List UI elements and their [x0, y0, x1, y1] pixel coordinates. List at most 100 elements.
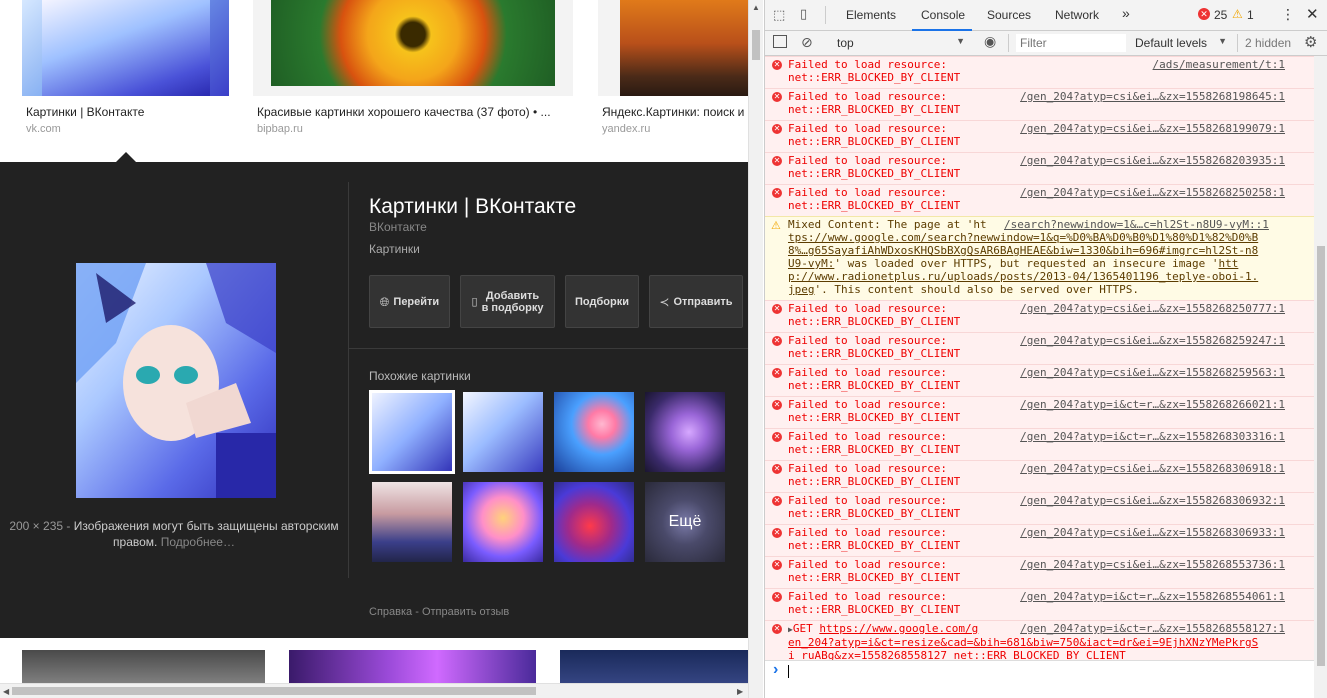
- context-selector[interactable]: top ▼: [831, 33, 969, 52]
- scrollbar-thumb[interactable]: [752, 30, 760, 60]
- source-link[interactable]: /gen_204?atyp=csi&ei…&zx=1558268553736:1: [1020, 558, 1285, 571]
- source-link[interactable]: /gen_204?atyp=i&ct=r…&zx=1558268266021:1: [1020, 398, 1285, 411]
- result-thumbnail[interactable]: [253, 0, 573, 96]
- source-link[interactable]: /gen_204?atyp=csi&ei…&zx=1558268198645:1: [1020, 90, 1285, 103]
- more-options-icon[interactable]: ⋮: [1281, 6, 1295, 23]
- message-text: Failed to load resource: net::ERR_BLOCKE…: [788, 558, 961, 584]
- sidebar-toggle-icon[interactable]: [773, 35, 787, 48]
- source-link[interactable]: /gen_204?atyp=csi&ei…&zx=1558268306933:1: [1020, 526, 1285, 539]
- source-link[interactable]: /gen_204?atyp=i&ct=r…&zx=1558268303316:1: [1020, 430, 1285, 443]
- log-levels-dropdown[interactable]: Default levels ▼: [1134, 33, 1229, 52]
- clear-console-icon[interactable]: ⊘: [801, 34, 813, 51]
- console-filter-input[interactable]: [1016, 34, 1126, 52]
- inspect-element-icon[interactable]: ⬚: [773, 7, 785, 23]
- source-link[interactable]: /gen_204?atyp=i&ct=r…&zx=1558268554061:1: [1020, 590, 1285, 603]
- message-text: Failed to load resource: net::ERR_BLOCKE…: [788, 334, 961, 360]
- scrollbar-thumb[interactable]: [12, 687, 536, 695]
- panel-divider: [349, 348, 748, 349]
- console-scrollbar[interactable]: [1314, 56, 1327, 698]
- detail-title[interactable]: Картинки | ВКонтакте: [369, 195, 576, 219]
- device-toolbar-icon[interactable]: ▯: [800, 6, 807, 22]
- warning-icon: ⚠: [771, 219, 781, 232]
- scroll-right-icon[interactable]: ▶: [737, 687, 743, 696]
- console-messages: ✕Failed to load resource: net::ERR_BLOCK…: [765, 56, 1314, 698]
- error-icon: ✕: [772, 60, 782, 70]
- url-link[interactable]: U9-vyM:: [788, 257, 834, 270]
- source-link[interactable]: /ads/measurement/t:1: [1153, 58, 1285, 71]
- source-link[interactable]: /gen_204?atyp=csi&ei…&zx=1558268199079:1: [1020, 122, 1285, 135]
- collections-label: Подборки: [575, 295, 629, 308]
- result-title[interactable]: Красивые картинки хорошего качества (37 …: [257, 105, 577, 119]
- error-count[interactable]: 25: [1214, 8, 1227, 22]
- error-icon: ✕: [772, 124, 782, 134]
- tab-console[interactable]: Console: [921, 8, 965, 22]
- source-link[interactable]: /gen_204?atyp=i&ct=r…&zx=1558268558127:1: [1020, 622, 1285, 635]
- url-link[interactable]: 8%…g65SayafiAhWDxosKHQSbBXgQsAR6BAgHEAE&…: [788, 244, 1258, 257]
- console-error-message: ✕ Failed to load resource: net::ERR_BLOCK…: [765, 152, 1314, 184]
- feedback-link[interactable]: Отправить отзыв: [422, 606, 509, 618]
- similar-image[interactable]: [554, 482, 634, 562]
- share-button[interactable]: ≺ Отправить: [649, 275, 743, 328]
- console-error-message: ✕ Failed to load resource: net::ERR_BLOCK…: [765, 460, 1314, 492]
- scroll-left-icon[interactable]: ◀: [3, 687, 9, 696]
- more-info-link[interactable]: Подробнее…: [161, 535, 235, 549]
- result-thumbnail[interactable]: [598, 0, 748, 96]
- source-link[interactable]: /gen_204?atyp=csi&ei…&zx=1558268306918:1: [1020, 462, 1285, 475]
- more-tabs-icon[interactable]: »: [1122, 5, 1130, 21]
- message-text: Failed to load resource: net::ERR_BLOCKE…: [788, 430, 961, 456]
- devtools-tab-bar: ⬚ ▯ Elements Console Sources Network » ✕…: [765, 0, 1327, 31]
- eye-icon[interactable]: ◉: [984, 33, 996, 50]
- collections-button[interactable]: Подборки: [565, 275, 639, 328]
- visit-button[interactable]: 🌐︎ Перейти: [369, 275, 450, 328]
- similar-image[interactable]: [463, 392, 543, 472]
- result-site: yandex.ru: [602, 123, 651, 135]
- help-link[interactable]: Справка: [369, 606, 412, 618]
- main-preview-image[interactable]: [76, 263, 276, 498]
- close-icon[interactable]: ✕: [1306, 5, 1319, 23]
- add-to-collection-button[interactable]: ▯ Добавить в подборку: [460, 275, 555, 328]
- error-icon: ✕: [772, 400, 782, 410]
- url-link[interactable]: tps://www.google.com/search?newwindow=1&…: [788, 231, 1258, 244]
- panel-footer: Справка - Отправить отзыв: [369, 606, 510, 618]
- tab-elements[interactable]: Elements: [846, 8, 896, 22]
- url-link[interactable]: /search?newwindow=1&…c=hl2St-n8U9-vyM::1: [1004, 218, 1304, 231]
- url-link[interactable]: https://www.google.com/g: [819, 622, 978, 635]
- horizontal-scrollbar[interactable]: ◀ ▶: [0, 683, 748, 698]
- source-link[interactable]: /gen_204?atyp=csi&ei…&zx=1558268203935:1: [1020, 154, 1285, 167]
- result-title[interactable]: Картинки | ВКонтакте: [26, 105, 236, 119]
- console-error-message: ✕ Failed to load resource: net::ERR_BLOCK…: [765, 332, 1314, 364]
- error-icon: ✕: [772, 560, 782, 570]
- more-label: Ещё: [668, 513, 702, 530]
- similar-image[interactable]: [369, 390, 455, 474]
- url-link[interactable]: p://www.radionetplus.ru/uploads/posts/20…: [788, 270, 1258, 283]
- result-thumbnail[interactable]: [22, 0, 229, 96]
- similar-image[interactable]: [372, 482, 452, 562]
- scrollbar-thumb[interactable]: [1317, 246, 1325, 666]
- console-prompt[interactable]: ›: [765, 660, 1314, 698]
- scroll-up-icon[interactable]: ▲: [752, 3, 760, 12]
- error-icon: ✕: [772, 528, 782, 538]
- url-link[interactable]: jpeg: [788, 283, 815, 296]
- image-detail-panel: 200 × 235 - Изображения могут быть защищ…: [0, 162, 748, 638]
- visit-button-label: Перейти: [393, 295, 440, 308]
- result-title[interactable]: Яндекс.Картинки: поиск и: [602, 105, 748, 119]
- result-site: vk.com: [26, 123, 61, 135]
- source-link[interactable]: /gen_204?atyp=csi&ei…&zx=1558268259563:1: [1020, 366, 1285, 379]
- vertical-scrollbar[interactable]: ▲: [748, 0, 763, 698]
- tab-sources[interactable]: Sources: [987, 8, 1031, 22]
- image-info: 200 × 235 - Изображения могут быть защищ…: [9, 519, 339, 549]
- settings-gear-icon[interactable]: ⚙: [1304, 33, 1317, 51]
- url-link[interactable]: en_204?atyp=i&ct=resize&cad=&bih=681&biw…: [788, 636, 1258, 649]
- source-link[interactable]: /gen_204?atyp=csi&ei…&zx=1558268259247:1: [1020, 334, 1285, 347]
- more-similar-button[interactable]: Ещё: [645, 482, 725, 562]
- similar-image[interactable]: [645, 392, 725, 472]
- url-link[interactable]: htt: [1218, 257, 1238, 270]
- similar-image[interactable]: [554, 392, 634, 472]
- source-link[interactable]: /gen_204?atyp=csi&ei…&zx=1558268306932:1: [1020, 494, 1285, 507]
- source-link[interactable]: /gen_204?atyp=csi&ei…&zx=1558268250258:1: [1020, 186, 1285, 199]
- similar-image[interactable]: [463, 482, 543, 562]
- warning-count[interactable]: 1: [1247, 8, 1254, 22]
- tab-network[interactable]: Network: [1055, 8, 1099, 22]
- warning-text: Mixed Content: The page at 'ht: [788, 218, 987, 231]
- source-link[interactable]: /gen_204?atyp=csi&ei…&zx=1558268250777:1: [1020, 302, 1285, 315]
